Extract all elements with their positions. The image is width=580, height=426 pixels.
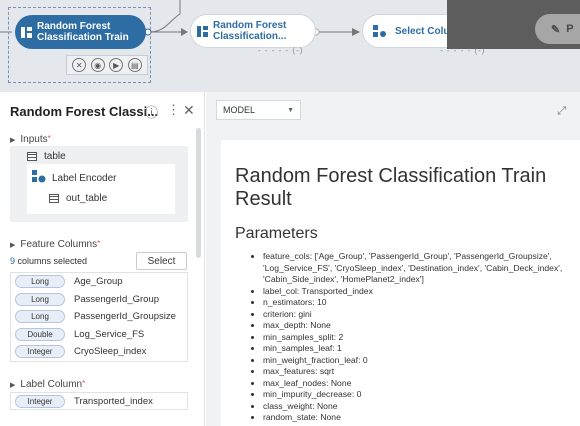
expand-icon[interactable]: ⤢ [557, 105, 566, 118]
list-item: min_impurity_decrease: 0 [263, 389, 580, 401]
column-row: Long Age_Group [11, 273, 187, 291]
pipeline-canvas[interactable]: Random Forest Classification Train ✕ ◉ ▶… [0, 0, 580, 92]
section-label: Feature Columns [20, 239, 98, 250]
chevron-down-icon: ▼ [287, 106, 294, 114]
out-table: out_table [49, 193, 107, 204]
run-icon[interactable]: ▶ [109, 58, 124, 72]
help-icon[interactable]: ⓘ [145, 102, 158, 121]
column-name: Age_Group [74, 276, 123, 288]
list-item: max_leaf_nodes: None [263, 378, 580, 390]
column-name: Transported_index [74, 395, 153, 407]
input-table-label: table [44, 151, 66, 162]
encoder-label: Label Encoder [52, 172, 117, 184]
column-row: Long PassengerId_Groupsize [11, 308, 187, 326]
encoder-node: Label Encoder [32, 170, 117, 186]
type-badge: Double [15, 327, 65, 341]
node-partial[interactable]: ✎ P [535, 14, 580, 44]
out-table-label: out_table [66, 193, 108, 204]
selected-count: 9 columns selected [10, 256, 88, 266]
result-panel: MODEL ▼ ⤢ Random Forest Classification T… [206, 92, 580, 426]
node-status: - - - - - (-) [258, 46, 304, 55]
list-item: min_samples_leaf: 1 [263, 343, 580, 355]
list-item: random_state: None [263, 412, 580, 424]
node-label: P [566, 23, 574, 35]
inputs-section[interactable]: ▶ Inputs* [10, 134, 51, 145]
list-item: min_weight_fraction_leaf: 0 [263, 355, 580, 367]
type-badge: Integer [15, 394, 65, 408]
input-table: table [27, 151, 66, 162]
parameter-list: feature_cols: ['Age_Group', 'PassengerId… [235, 251, 580, 424]
view-icon[interactable]: ◉ [90, 58, 105, 72]
result-dropdown[interactable]: MODEL ▼ [216, 100, 301, 120]
section-label: Label Column [20, 379, 83, 390]
column-row: Integer CryoSleep_index [11, 343, 187, 361]
overlay-panel: ✎ P [447, 0, 580, 49]
properties-panel: Random Forest Classi... ⓘ ⋮ ✕ ▶ Inputs* t… [0, 92, 205, 426]
more-icon[interactable]: ⋮ [167, 102, 180, 118]
type-badge: Long [15, 310, 65, 324]
column-list: Long Age_Group Long PassengerId_Group Lo… [10, 272, 188, 362]
edit-icon: ✎ [551, 23, 561, 36]
type-badge: Long [15, 292, 65, 306]
encoder-icon [32, 170, 46, 186]
select-button[interactable]: Select [136, 252, 187, 270]
section-label: Inputs [20, 134, 48, 145]
table-icon [49, 194, 59, 203]
column-name: PassengerId_Group [74, 293, 160, 305]
node-rf-classification[interactable]: Random Forest Classification... [190, 14, 316, 48]
label-column-section[interactable]: ▶ Label Column* [10, 379, 85, 390]
type-badge: Integer [15, 345, 65, 359]
node-label: Random Forest Classification... [213, 20, 287, 42]
scrollbar[interactable] [196, 128, 201, 258]
caret-icon: ▶ [10, 242, 16, 249]
feature-columns-section[interactable]: ▶ Feature Columns* [10, 239, 100, 250]
node-toolbar: ✕ ◉ ▶ ▤ [66, 55, 148, 75]
list-item: min_samples_split: 2 [263, 332, 580, 344]
delete-icon[interactable]: ▤ [127, 58, 142, 72]
dropdown-value: MODEL [223, 105, 256, 115]
list-item: class_weight: None [263, 401, 580, 413]
column-name: Log_Service_FS [74, 328, 145, 340]
list-item: max_depth: None [263, 320, 580, 332]
list-item: n_estimators: 10 [263, 297, 580, 309]
column-name: PassengerId_Groupsize [74, 311, 176, 323]
type-badge: Long [15, 275, 65, 289]
list-item: label_col: Transported_index [263, 286, 580, 298]
column-row: Long PassengerId_Group [11, 291, 187, 309]
close-icon[interactable]: ✕ [183, 102, 195, 119]
node-label: Random Forest Classification Train [37, 21, 129, 43]
caret-icon: ▶ [10, 382, 16, 389]
parameters-heading: Parameters [235, 225, 318, 242]
result-card: Random Forest Classification Train Resul… [221, 140, 580, 426]
caret-icon: ▶ [10, 137, 16, 144]
cancel-icon[interactable]: ✕ [72, 58, 87, 72]
node-rf-train[interactable]: Random Forest Classification Train [15, 15, 146, 49]
result-title: Random Forest Classification Train Resul… [235, 165, 547, 210]
model-node-icon [191, 25, 213, 37]
list-item: max_features: sqrt [263, 366, 580, 378]
list-item: criterion: gini [263, 309, 580, 321]
column-name: CryoSleep_index [74, 346, 147, 358]
select-columns-icon [363, 25, 395, 37]
panel-title: Random Forest Classi... [10, 104, 159, 119]
model-node-icon [15, 26, 37, 38]
table-icon [27, 152, 37, 161]
label-column-row[interactable]: Integer Transported_index [10, 392, 188, 410]
list-item: feature_cols: ['Age_Group', 'PassengerId… [263, 251, 580, 286]
column-row: Double Log_Service_FS [11, 326, 187, 344]
